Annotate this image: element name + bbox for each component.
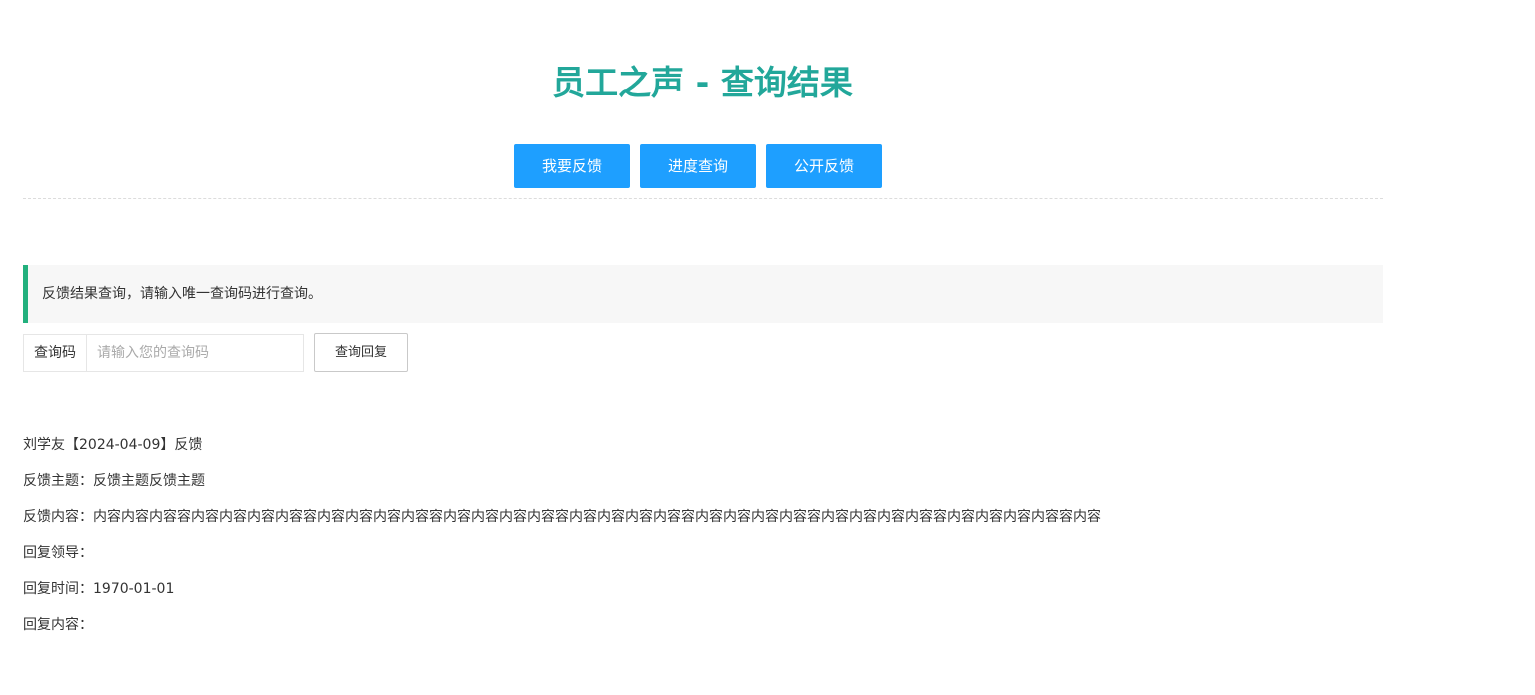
subject-label: 反馈主题： — [23, 473, 93, 489]
content-value: 内容内容内容容内容内容内容内容容内容内容内容内容容内容内容内容内容容内容内容内容… — [93, 509, 1101, 525]
page-title: 员工之声 - 查询结果 — [552, 63, 853, 102]
content-label: 反馈内容： — [23, 509, 93, 525]
result-header: 刘学友【2024-04-09】反馈 — [23, 437, 203, 453]
reply-time-value: 1970-01-01 — [93, 581, 175, 597]
query-code-input[interactable] — [86, 333, 304, 372]
content-row: 反馈内容：内容内容内容容内容内容内容内容容内容内容内容内容容内容内容内容内容容内… — [23, 506, 1101, 542]
feedback-button[interactable]: 我要反馈 — [514, 144, 630, 188]
subject-value: 反馈主题反馈主题 — [93, 473, 205, 489]
reply-content-label: 回复内容： — [23, 617, 93, 633]
reply-content-row: 回复内容： — [23, 614, 1101, 650]
leader-label: 回复领导： — [23, 545, 93, 561]
public-feedback-button[interactable]: 公开反馈 — [766, 144, 882, 188]
subject-row: 反馈主题：反馈主题反馈主题 — [23, 470, 1101, 506]
reply-time-row: 回复时间：1970-01-01 — [23, 578, 1101, 614]
result-section: 刘学友【2024-04-09】反馈 反馈主题：反馈主题反馈主题 反馈内容：内容内… — [23, 434, 1101, 650]
query-reply-button[interactable]: 查询回复 — [314, 333, 408, 372]
notice-box: 反馈结果查询，请输入唯一查询码进行查询。 — [23, 265, 1383, 323]
query-code-label: 查询码 — [23, 333, 86, 372]
divider — [23, 198, 1383, 199]
nav-bar: 我要反馈 进度查询 公开反馈 — [514, 144, 882, 188]
progress-query-button[interactable]: 进度查询 — [640, 144, 756, 188]
notice-text: 反馈结果查询，请输入唯一查询码进行查询。 — [42, 286, 322, 302]
query-form: 查询码 查询回复 — [23, 333, 408, 372]
page: 员工之声 - 查询结果 我要反馈 进度查询 公开反馈 反馈结果查询，请输入唯一查… — [0, 0, 1535, 695]
leader-row: 回复领导： — [23, 542, 1101, 578]
reply-time-label: 回复时间： — [23, 581, 93, 597]
